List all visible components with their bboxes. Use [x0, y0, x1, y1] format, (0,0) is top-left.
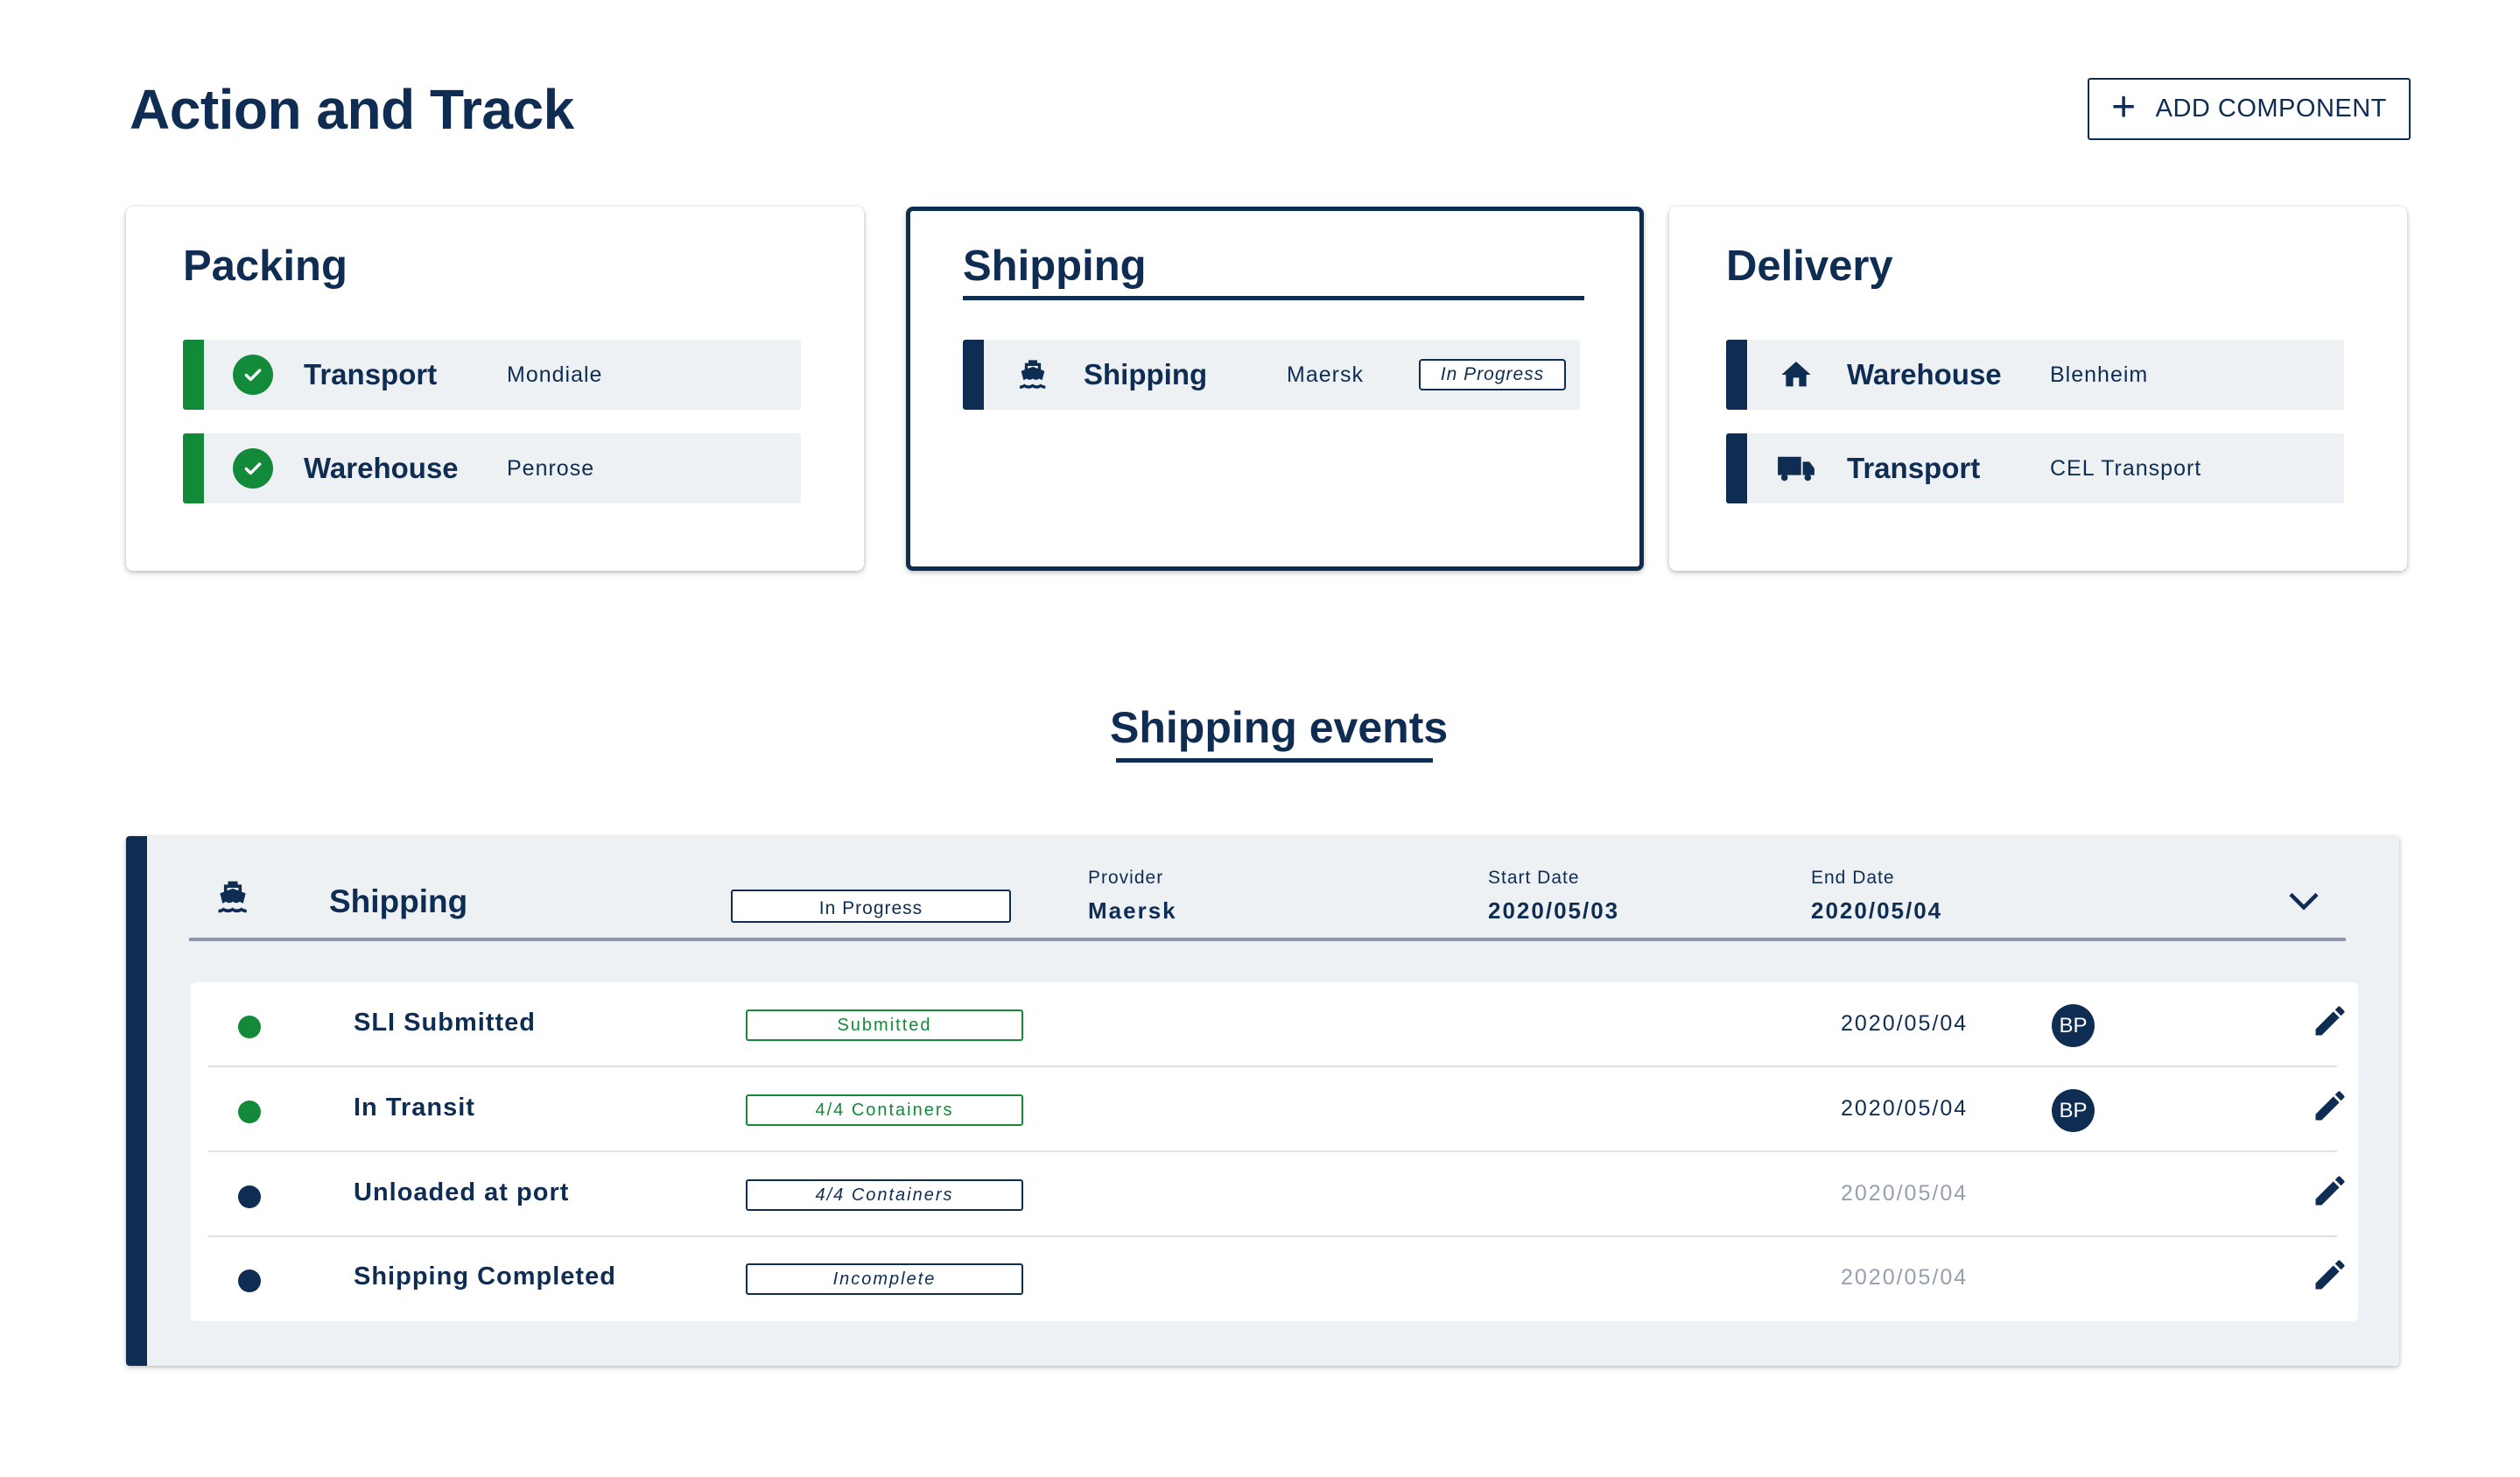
item-provider: CEL Transport — [2050, 455, 2202, 481]
item-provider: Maersk — [1287, 362, 1364, 387]
event-name: SLI Submitted — [354, 1009, 536, 1037]
event-row[interactable]: SLI Submitted Submitted 2020/05/04 BP — [208, 982, 2345, 1067]
active-underline — [963, 296, 1584, 300]
start-date-label: Start Date — [1488, 868, 1580, 888]
status-badge: In Progress — [1419, 359, 1566, 390]
shipping-card-title: Shipping — [963, 243, 1147, 290]
ship-icon — [218, 881, 247, 913]
delivery-item-warehouse[interactable]: Warehouse Blenheim — [1726, 340, 2344, 410]
event-name: In Transit — [354, 1094, 475, 1122]
packing-card[interactable]: Packing Transport Mondiale Warehouse Pen… — [126, 207, 864, 571]
panel-side-bar — [126, 836, 147, 1366]
status-bar — [183, 433, 204, 503]
pencil-icon[interactable] — [2311, 1171, 2349, 1210]
event-status-badge: 4/4 Containers — [746, 1179, 1023, 1211]
status-bar — [183, 340, 204, 410]
section-title: Shipping events — [1110, 703, 1449, 752]
end-date-value: 2020/05/04 — [1811, 897, 1943, 924]
avatar: BP — [2052, 1004, 2095, 1047]
event-status-badge: Incomplete — [746, 1263, 1023, 1295]
event-name: Shipping Completed — [354, 1262, 616, 1291]
item-provider: Blenheim — [2050, 362, 2149, 387]
pencil-icon[interactable] — [2311, 1255, 2349, 1294]
item-label: Warehouse — [1847, 358, 2002, 390]
item-provider: Penrose — [507, 455, 595, 481]
truck-icon — [1776, 448, 1816, 489]
status-dot — [238, 1101, 261, 1123]
item-provider: Mondiale — [507, 362, 603, 387]
event-row[interactable]: Shipping Completed Incomplete 2020/05/04 — [208, 1236, 2345, 1321]
shipping-card[interactable]: Shipping Shipping Maersk In Progress — [906, 207, 1644, 571]
event-status-badge: 4/4 Containers — [746, 1094, 1023, 1126]
plus-icon: + — [2111, 83, 2137, 130]
event-status-badge: Submitted — [746, 1009, 1023, 1041]
event-date: 2020/05/04 — [1841, 1011, 1969, 1036]
end-date-label: End Date — [1811, 868, 1895, 888]
pencil-icon[interactable] — [2311, 1087, 2349, 1125]
end-date-field: End Date 2020/05/04 — [1811, 868, 1942, 925]
status-badge: In Progress — [731, 890, 1011, 923]
status-dot — [238, 1016, 261, 1038]
shipping-events-panel: Shipping In Progress Provider Maersk Sta… — [126, 836, 2399, 1366]
chevron-down-icon[interactable] — [2288, 889, 2320, 913]
check-circle-icon — [233, 448, 273, 489]
panel-title: Shipping — [329, 883, 468, 919]
add-component-button[interactable]: + ADD COMPONENT — [2088, 78, 2411, 140]
delivery-card-title: Delivery — [1726, 243, 1893, 290]
item-label: Shipping — [1084, 358, 1208, 390]
events-list: SLI Submitted Submitted 2020/05/04 BP In… — [191, 982, 2358, 1321]
ship-icon — [1013, 355, 1053, 395]
shipping-item-shipping[interactable]: Shipping Maersk In Progress — [963, 340, 1580, 410]
provider-field: Provider Maersk — [1088, 868, 1177, 925]
provider-label: Provider — [1088, 868, 1164, 888]
section-underline — [1116, 758, 1433, 763]
avatar: BP — [2052, 1089, 2095, 1132]
event-row[interactable]: In Transit 4/4 Containers 2020/05/04 BP — [208, 1067, 2345, 1152]
packing-card-title: Packing — [183, 243, 347, 290]
page-title: Action and Track — [130, 78, 574, 141]
status-dot — [238, 1185, 261, 1208]
event-date: 2020/05/04 — [1841, 1265, 1969, 1290]
home-icon — [1776, 355, 1816, 395]
item-label: Warehouse — [304, 452, 459, 484]
pencil-icon[interactable] — [2311, 1002, 2349, 1040]
status-bar — [1726, 433, 1747, 503]
delivery-card[interactable]: Delivery Warehouse Blenheim Transport CE… — [1669, 207, 2407, 571]
delivery-item-transport[interactable]: Transport CEL Transport — [1726, 433, 2344, 503]
packing-item-warehouse[interactable]: Warehouse Penrose — [183, 433, 801, 503]
start-date-field: Start Date 2020/05/03 — [1488, 868, 1619, 925]
event-date: 2020/05/04 — [1841, 1181, 1969, 1206]
check-circle-icon — [233, 355, 273, 395]
item-label: Transport — [304, 358, 438, 390]
status-dot — [238, 1270, 261, 1292]
event-row[interactable]: Unloaded at port 4/4 Containers 2020/05/… — [208, 1152, 2345, 1237]
status-bar — [1726, 340, 1747, 410]
provider-value: Maersk — [1088, 897, 1177, 924]
status-bar — [963, 340, 984, 410]
panel-divider — [189, 938, 2346, 941]
event-name: Unloaded at port — [354, 1178, 570, 1206]
event-date: 2020/05/04 — [1841, 1096, 1969, 1121]
item-label: Transport — [1847, 452, 1981, 484]
add-component-label: ADD COMPONENT — [2155, 95, 2387, 123]
packing-item-transport[interactable]: Transport Mondiale — [183, 340, 801, 410]
start-date-value: 2020/05/03 — [1488, 897, 1620, 924]
